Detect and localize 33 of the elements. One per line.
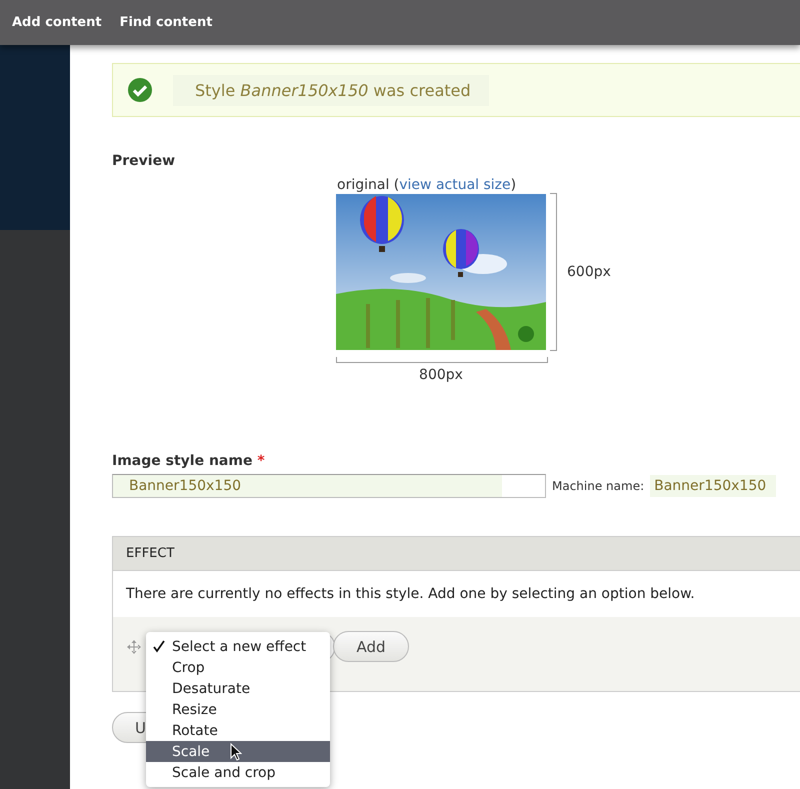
option-label: Scale and crop	[172, 764, 276, 780]
effects-description: There are currently no effects in this style. Add one by selecting an option below.	[113, 571, 800, 617]
toolbar-link[interactable]: Find content	[120, 15, 212, 30]
status-message: Style Banner150x150 was created	[173, 74, 489, 106]
machine-name-value: Banner150x150	[650, 475, 776, 497]
dropdown-option[interactable]: Resize	[146, 699, 330, 720]
dropdown-option[interactable]: Desaturate	[146, 678, 330, 699]
drag-handle-icon[interactable]	[127, 640, 141, 654]
dropdown-option[interactable]: Scale and crop	[146, 762, 330, 783]
field-label: Image style name *	[112, 453, 266, 469]
toolbar-link[interactable]: Add content	[12, 15, 102, 30]
option-label: Rotate	[172, 722, 218, 738]
dropdown-option[interactable]: Rotate	[146, 720, 330, 741]
success-check-icon	[127, 77, 153, 103]
option-label: Crop	[172, 660, 205, 676]
section-title: Preview	[112, 153, 176, 169]
add-button[interactable]: Add	[333, 631, 409, 662]
view-actual-size-link[interactable]: view actual size	[399, 177, 511, 193]
width-label: 800px	[418, 367, 464, 383]
option-label: Desaturate	[172, 680, 250, 696]
height-label: 600px	[567, 264, 611, 280]
style-name-input[interactable]: Banner150x150	[112, 474, 546, 498]
mouse-pointer-icon	[230, 743, 242, 761]
required-marker: *	[257, 453, 265, 469]
option-label: Select a new effect	[172, 638, 306, 654]
dropdown-option[interactable]: Crop	[146, 657, 330, 678]
effect-table-header: EFFECT	[113, 537, 800, 571]
dropdown-option[interactable]: Scale	[146, 741, 330, 762]
option-label: Resize	[172, 702, 217, 718]
option-label: Scale	[172, 744, 210, 760]
preview-caption: original (view actual size)	[336, 177, 518, 193]
dropdown-option[interactable]: Select a new effect	[146, 636, 330, 657]
machine-name-label: Machine name:	[552, 479, 644, 493]
